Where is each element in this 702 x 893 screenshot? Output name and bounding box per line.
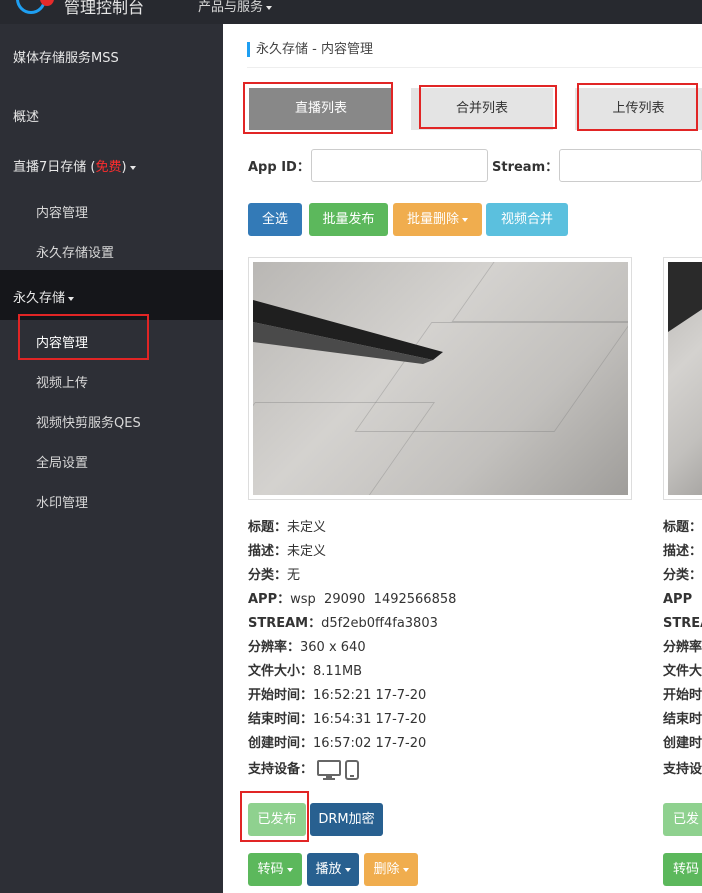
info-category: 分类：无 xyxy=(248,568,301,583)
top-bar: 管理控制台 产品与服务 xyxy=(0,0,702,24)
sidebar-item-live7[interactable]: 直播7日存储 (免费) xyxy=(13,156,236,175)
batch-publish-button[interactable]: 批量发布 xyxy=(309,203,388,236)
info-stream: STREAM：d5f2eb0ff4fa3803 xyxy=(248,616,438,631)
info-title: 标题：未定义 xyxy=(248,520,327,535)
sidebar-item-overview[interactable]: 概述 xyxy=(13,106,236,125)
batch-delete-label: 批量删除 xyxy=(406,212,459,227)
highlight-box xyxy=(240,791,309,842)
stream-input[interactable] xyxy=(559,149,702,182)
info-filesize: 文件大小：8.11MB xyxy=(248,664,363,679)
info-resolution: 分辨率：360 x 640 xyxy=(248,640,366,655)
sidebar: 媒体存储服务MSS 概述 直播7日存储 (免费) 内容管理 永久存储设置 永久存… xyxy=(0,24,223,893)
main-content: 永久存储 - 内容管理 直播列表 合并列表 上传列表 App ID： Strea… xyxy=(223,24,702,893)
free-badge: 免费 xyxy=(95,160,122,175)
highlight-box xyxy=(243,82,393,134)
info-start-time: 开始时间：16:52:21 17-7-20 xyxy=(248,688,427,703)
appid-label: App ID： xyxy=(248,160,310,175)
chevron-down-icon xyxy=(286,867,293,872)
transcode-button[interactable]: 转码 xyxy=(248,853,302,886)
chevron-down-icon xyxy=(68,296,75,301)
chevron-down-icon xyxy=(266,5,273,10)
appid-input[interactable] xyxy=(311,149,488,182)
video-thumbnail[interactable] xyxy=(668,262,702,495)
video-info: 标题： 描述： 分类： APP STREA 分辨率 文件大 开始时 结束时 创建… xyxy=(663,520,702,777)
video-card[interactable] xyxy=(663,257,702,500)
merge-video-button[interactable]: 视频合并 xyxy=(486,203,568,236)
video-thumbnail[interactable] xyxy=(253,262,628,495)
chevron-down-icon xyxy=(344,867,351,872)
info-devices: 支持设备： xyxy=(248,758,456,782)
chevron-down-icon xyxy=(129,165,136,170)
sidebar-item-live7-label: 直播7日存储 xyxy=(13,160,87,175)
info-end-time: 结束时间：16:54:31 17-7-20 xyxy=(248,712,427,727)
stream-label: Stream： xyxy=(492,160,559,175)
info-app: APP：wsp 29090 1492566858 xyxy=(248,592,457,607)
app-title[interactable]: 管理控制台 xyxy=(64,0,144,18)
highlight-box xyxy=(419,85,557,129)
highlight-box xyxy=(18,314,149,360)
mobile-icon xyxy=(345,759,360,780)
thumbnail-object xyxy=(253,300,443,364)
info-created-time: 创建时间：16:57:02 17-7-20 xyxy=(248,736,427,751)
desktop-icon xyxy=(317,759,342,780)
video-info: 标题：未定义 描述：未定义 分类：无 APP：wsp 29090 1492566… xyxy=(248,516,456,782)
info-desc: 描述：未定义 xyxy=(248,544,327,559)
published-button[interactable]: 已发 xyxy=(663,803,702,836)
thumbnail-object xyxy=(668,262,702,332)
products-label: 产品与服务 xyxy=(198,0,264,15)
play-label: 播放 xyxy=(315,862,342,877)
sidebar-service-title[interactable]: 媒体存储服务MSS xyxy=(13,47,236,66)
products-menu[interactable]: 产品与服务 xyxy=(198,0,273,15)
logo-icon[interactable] xyxy=(14,0,54,14)
delete-label: 删除 xyxy=(373,862,400,877)
video-card[interactable] xyxy=(248,257,632,500)
transcode-button[interactable]: 转码 xyxy=(663,853,702,886)
sidebar-item-permanent[interactable]: 永久存储 xyxy=(13,287,236,306)
breadcrumb: 永久存储 - 内容管理 xyxy=(247,42,373,57)
transcode-label: 转码 xyxy=(257,862,284,877)
chevron-down-icon xyxy=(402,867,409,872)
select-all-button[interactable]: 全选 xyxy=(248,203,302,236)
play-button[interactable]: 播放 xyxy=(307,853,359,886)
divider xyxy=(247,67,702,68)
sidebar-item-permanent-label: 永久存储 xyxy=(13,291,66,306)
highlight-box xyxy=(577,83,698,131)
chevron-down-icon xyxy=(462,217,468,222)
batch-delete-button[interactable]: 批量删除 xyxy=(393,203,482,236)
delete-button[interactable]: 删除 xyxy=(364,853,418,886)
drm-button[interactable]: DRM加密 xyxy=(310,803,383,836)
